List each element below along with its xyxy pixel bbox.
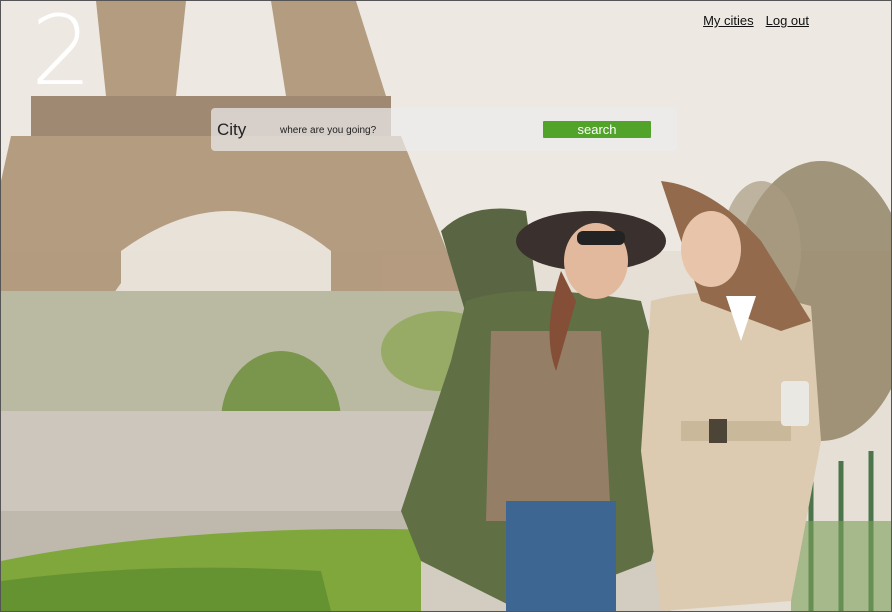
search-bar: City search bbox=[211, 108, 677, 151]
city-label: City bbox=[217, 120, 247, 139]
city-search-input[interactable] bbox=[277, 120, 533, 140]
log-out-link[interactable]: Log out bbox=[766, 13, 809, 28]
top-navigation: My cities Log out bbox=[703, 13, 809, 28]
my-cities-link[interactable]: My cities bbox=[703, 13, 754, 28]
search-button[interactable]: search bbox=[543, 121, 651, 138]
app-frame: 2 My cities Log out City search bbox=[0, 0, 892, 612]
hero-background-image bbox=[1, 1, 891, 611]
logo: 2 bbox=[31, 0, 93, 107]
